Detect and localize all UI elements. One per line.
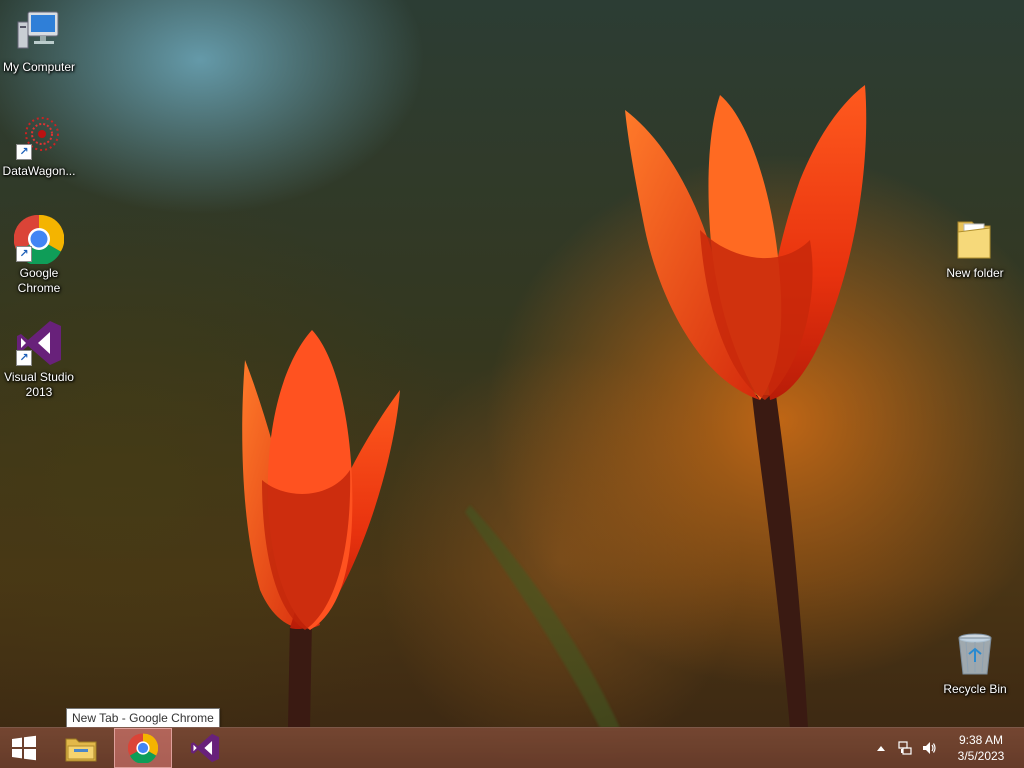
taskbar-tooltip: New Tab - Google Chrome — [66, 708, 220, 728]
desktop-icon-label: Recycle Bin — [943, 682, 1007, 696]
computer-icon — [14, 8, 64, 58]
visual-studio-icon — [190, 733, 220, 763]
desktop-wallpaper — [242, 85, 867, 728]
start-button[interactable] — [0, 728, 48, 768]
taskbar: 9:38 AM 3/5/2023 — [0, 727, 1024, 768]
desktop-icon-label: Google Chrome — [17, 266, 61, 295]
desktop-icon-recycle-bin[interactable]: Recycle Bin — [936, 630, 1014, 697]
volume-icon[interactable] — [920, 739, 938, 757]
show-hidden-icons-icon[interactable] — [872, 739, 890, 757]
chrome-icon: ↗ — [13, 214, 65, 266]
desktop-icon-google-chrome[interactable]: ↗ Google Chrome — [0, 214, 78, 296]
folder-icon — [950, 214, 1000, 264]
clock-date: 3/5/2023 — [957, 749, 1005, 763]
desktop-icon-visual-studio[interactable]: ↗ Visual Studio 2013 — [0, 318, 78, 400]
desktop-icon-label: Visual Studio 2013 — [4, 370, 74, 399]
shortcut-arrow-icon: ↗ — [16, 144, 32, 160]
taskbar-file-explorer[interactable] — [56, 728, 106, 768]
visual-studio-icon: ↗ — [14, 318, 64, 368]
chrome-icon — [128, 733, 158, 763]
desktop-icon-label: My Computer — [2, 60, 76, 74]
shortcut-arrow-icon: ↗ — [16, 246, 32, 262]
folder-icon — [65, 738, 97, 762]
desktop-icon-datawagon[interactable]: ↗ DataWagon... — [0, 112, 78, 179]
recycle-bin-icon — [950, 630, 1000, 680]
datawagon-icon: ↗ — [14, 112, 64, 162]
desktop-icon-new-folder[interactable]: New folder — [936, 214, 1014, 281]
network-icon[interactable] — [896, 739, 914, 757]
taskbar-clock[interactable]: 9:38 AM 3/5/2023 — [950, 732, 1012, 764]
taskbar-chrome[interactable] — [114, 728, 172, 768]
shortcut-arrow-icon: ↗ — [16, 350, 32, 366]
desktop-icon-my-computer[interactable]: My Computer — [0, 8, 78, 75]
windows-logo-icon — [12, 735, 36, 761]
taskbar-visual-studio[interactable] — [180, 728, 230, 768]
clock-time: 9:38 AM — [958, 733, 1004, 747]
system-tray — [872, 728, 938, 768]
desktop-icon-label: DataWagon... — [2, 164, 76, 178]
desktop-icon-label: New folder — [946, 266, 1004, 280]
